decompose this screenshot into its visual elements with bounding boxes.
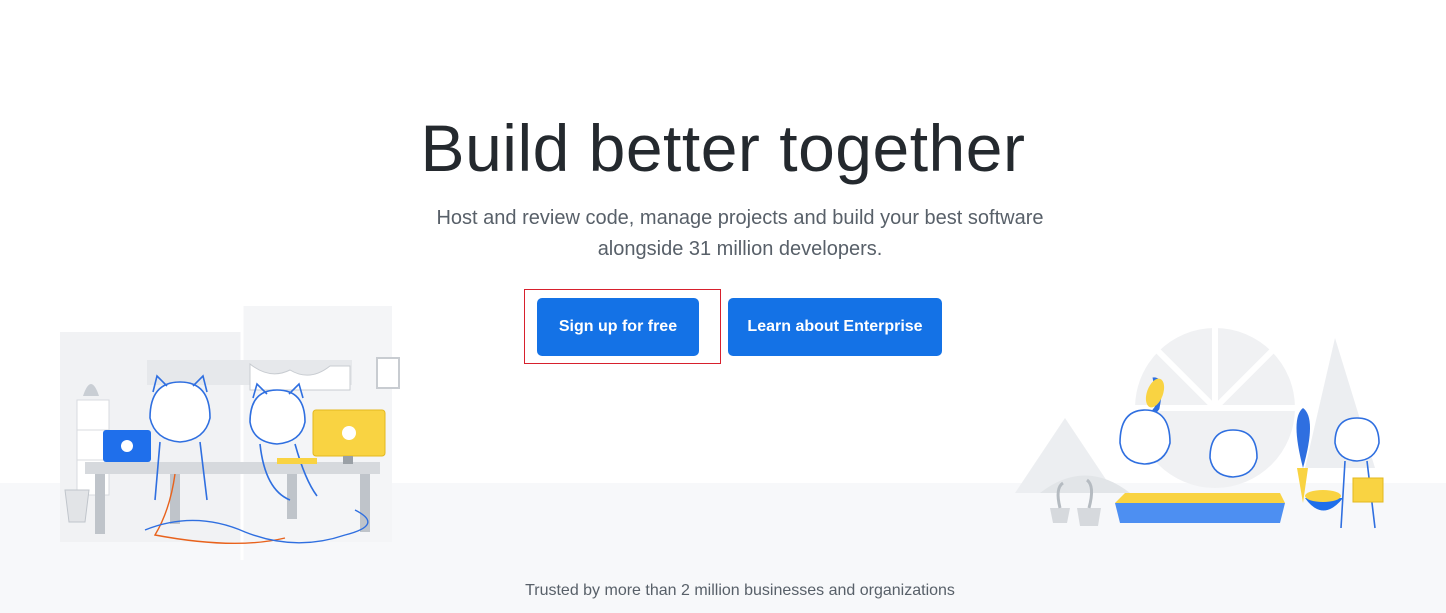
sign-up-button[interactable]: Sign up for free (537, 298, 699, 356)
trusted-by-text: Trusted by more than 2 million businesse… (525, 582, 955, 599)
page-title: Build better together (420, 111, 1026, 185)
learn-enterprise-button[interactable]: Learn about Enterprise (728, 298, 942, 356)
right-illustration (1015, 323, 1384, 529)
hero-subtitle: Host and review code, manage projects an… (373, 203, 1107, 265)
hero-subtitle-line1: Host and review code, manage projects an… (436, 207, 1044, 229)
hero-subtitle-line2: alongside 31 million developers. (597, 238, 883, 260)
left-illustration (60, 306, 400, 560)
